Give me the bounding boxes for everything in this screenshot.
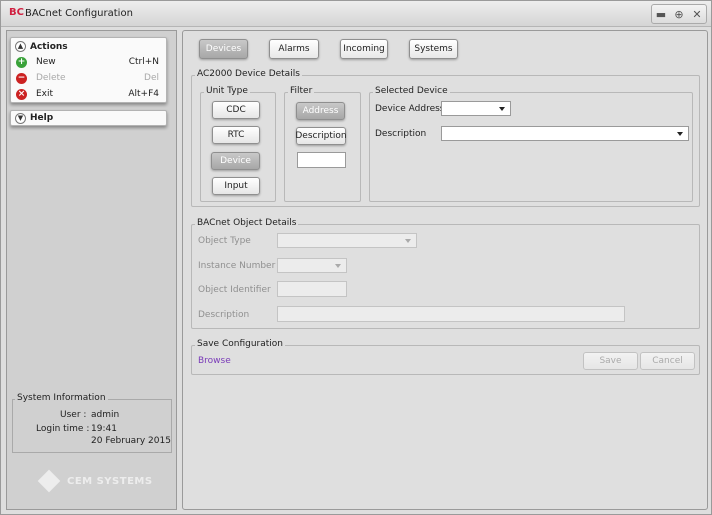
tab-alarms[interactable]: Alarms [269, 39, 319, 59]
filter-input[interactable] [297, 152, 346, 168]
chevron-down-icon[interactable]: ▼ [15, 112, 26, 124]
exit-icon: × [16, 88, 27, 100]
save-configuration-title: Save Configuration [195, 339, 285, 349]
unit-type-title: Unit Type [204, 86, 250, 96]
browse-link[interactable]: Browse [198, 356, 231, 366]
unit-device-button[interactable]: Device [211, 152, 260, 170]
filter-address-button[interactable]: Address [296, 102, 345, 120]
object-identifier-field[interactable] [277, 281, 347, 297]
instance-number-label: Instance Number [198, 261, 276, 271]
menu-item-label: Exit [36, 89, 54, 99]
menu-item-label: Delete [36, 73, 66, 83]
title-bar: BC BACnet Configuration ▬ ⊕ ✕ [1, 1, 711, 27]
dropdown-arrow-icon [677, 132, 683, 136]
device-address-label: Device Address [375, 104, 445, 114]
system-information: System Information User : admin Login ti… [12, 393, 172, 453]
device-details-title: AC2000 Device Details [195, 69, 302, 79]
zoom-icon[interactable]: ⊕ [671, 8, 687, 21]
remove-icon: − [16, 72, 27, 84]
dropdown-arrow-icon [499, 107, 505, 111]
device-address-dropdown[interactable] [441, 101, 511, 116]
menu-item-exit[interactable]: × Exit Alt+F4 [11, 86, 166, 102]
login-date-value: 20 February 2015 [91, 436, 171, 446]
object-description-label: Description [198, 310, 250, 320]
cem-logo-icon [37, 469, 61, 493]
actions-menu: ▲ Actions + New Ctrl+N − Delete Del × Ex… [10, 37, 167, 103]
selected-device-title: Selected Device [373, 86, 450, 96]
watermark-text: CEM SYSTEMS [67, 475, 153, 487]
actions-menu-header[interactable]: ▲ Actions [11, 39, 166, 54]
device-description-dropdown[interactable] [441, 126, 689, 141]
actions-menu-title: Actions [30, 41, 68, 52]
cem-systems-logo: CEM SYSTEMS [37, 469, 153, 493]
minimize-icon[interactable]: ▬ [653, 8, 669, 21]
window-title: BACnet Configuration [25, 8, 133, 19]
tab-incoming[interactable]: Incoming [340, 39, 388, 59]
menu-item-shortcut: Ctrl+N [128, 57, 159, 67]
close-icon[interactable]: ✕ [689, 8, 705, 21]
tab-devices[interactable]: Devices [199, 39, 248, 59]
dropdown-arrow-icon [405, 239, 411, 243]
dropdown-arrow-icon [335, 264, 341, 268]
login-time-value: 19:41 [91, 424, 117, 434]
unit-input-button[interactable]: Input [212, 177, 260, 195]
app-logo-icon: BC [9, 7, 24, 18]
tab-systems[interactable]: Systems [409, 39, 458, 59]
object-description-field[interactable] [277, 306, 625, 322]
system-information-title: System Information [15, 393, 108, 403]
device-description-label: Description [375, 129, 427, 139]
menu-item-shortcut: Alt+F4 [128, 89, 159, 99]
menu-item-new[interactable]: + New Ctrl+N [11, 54, 166, 70]
menu-item-shortcut: Del [144, 73, 159, 83]
app-window: BC BACnet Configuration ▬ ⊕ ✕ ▲ Actions … [0, 0, 712, 515]
object-identifier-label: Object Identifier [198, 285, 271, 295]
object-details-title: BACnet Object Details [195, 218, 299, 228]
menu-item-delete[interactable]: − Delete Del [11, 70, 166, 86]
instance-number-dropdown[interactable] [277, 258, 347, 273]
unit-cdc-button[interactable]: CDC [212, 101, 260, 119]
object-type-label: Object Type [198, 236, 251, 246]
unit-rtc-button[interactable]: RTC [212, 126, 260, 144]
filter-title: Filter [288, 86, 315, 96]
help-menu-title: Help [30, 113, 54, 123]
add-icon: + [16, 56, 27, 68]
cancel-button[interactable]: Cancel [640, 352, 695, 370]
login-time-label: Login time : [36, 424, 90, 434]
user-label: User : [60, 410, 87, 420]
chevron-up-icon[interactable]: ▲ [15, 41, 26, 52]
window-controls: ▬ ⊕ ✕ [651, 4, 707, 24]
object-type-dropdown[interactable] [277, 233, 417, 248]
filter-description-button[interactable]: Description [295, 127, 347, 145]
menu-item-label: New [36, 57, 56, 67]
user-value: admin [91, 410, 120, 420]
save-button[interactable]: Save [583, 352, 638, 370]
help-menu-header[interactable]: ▼ Help [10, 110, 167, 126]
